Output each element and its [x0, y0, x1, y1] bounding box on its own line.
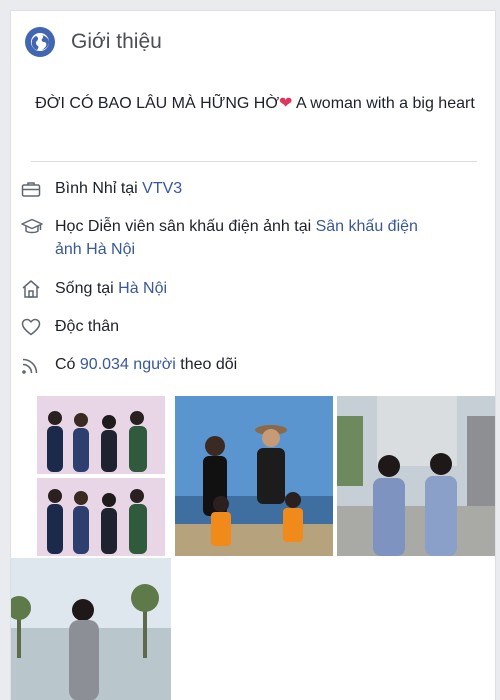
globe-icon [25, 27, 55, 57]
study-text: Học Diễn viên sân khấu điện ảnh tại [55, 218, 316, 235]
intro-bio: ĐỜI CÓ BAO LÂU MÀ HỮNG HỜ❤ A woman with … [25, 91, 485, 116]
bio-text: ĐỜI CÓ BAO LÂU MÀ HỮNG HỜ [35, 95, 280, 112]
detail-study: Học Diễn viên sân khấu điện ảnh tại Sân … [21, 215, 481, 261]
detail-live: Sống tại Hà Nội [21, 277, 481, 300]
live-text: Sống tại [55, 280, 119, 297]
detail-work: Bình Nhỉ tại VTV3 [21, 177, 481, 200]
briefcase-icon [21, 177, 47, 200]
live-link[interactable]: Hà Nội [118, 280, 167, 297]
photo-4[interactable] [11, 558, 171, 700]
heart-emoji: ❤ [279, 95, 293, 112]
home-icon [21, 277, 47, 300]
followers-link[interactable]: 90.034 người [80, 356, 176, 373]
detail-followers: Có 90.034 người theo dõi [21, 353, 481, 376]
intro-header: Giới thiệu [25, 27, 162, 57]
photo-3[interactable] [337, 396, 495, 556]
rss-icon [21, 353, 47, 376]
detail-relationship: Độc thân [21, 315, 481, 338]
follow-suffix: theo dõi [175, 356, 238, 373]
intro-card: Giới thiệu ĐỜI CÓ BAO LÂU MÀ HỮNG HỜ❤ A … [10, 10, 496, 700]
relationship-text: Độc thân [55, 318, 120, 335]
photo-2[interactable] [175, 396, 333, 556]
divider [31, 161, 477, 162]
work-text: Bình Nhỉ tại [55, 180, 143, 197]
intro-title: Giới thiệu [71, 30, 162, 53]
bio-suffix: A woman with a big heart [292, 95, 475, 112]
follow-prefix: Có [55, 356, 80, 373]
photo-1[interactable] [37, 396, 165, 556]
graduation-cap-icon [21, 215, 47, 238]
work-link[interactable]: VTV3 [142, 180, 182, 197]
heart-icon [21, 315, 47, 338]
